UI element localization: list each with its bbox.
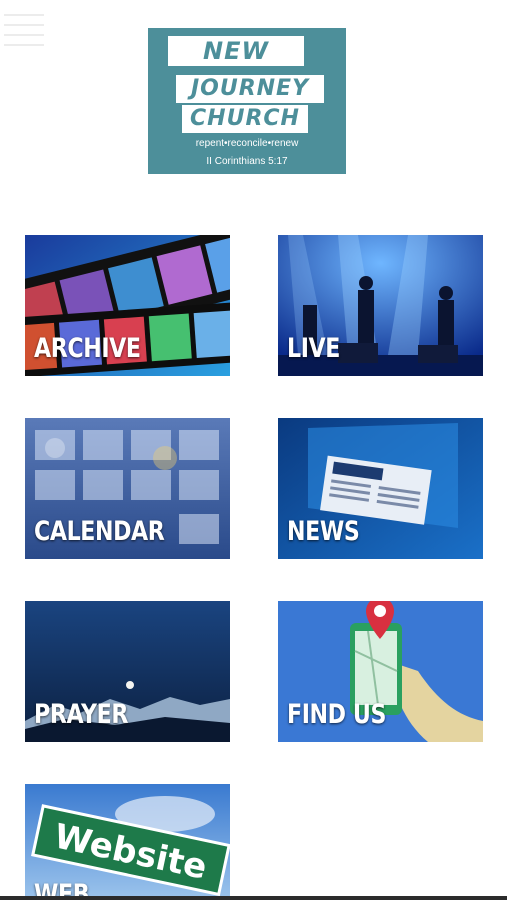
news-label: NEWS xyxy=(287,516,360,547)
find-us-tile[interactable]: FIND US xyxy=(278,601,483,742)
logo-line-new: NEW xyxy=(168,36,304,66)
logo-verse: II Corinthians 5:17 xyxy=(206,156,288,167)
live-tile[interactable]: LIVE xyxy=(278,235,483,376)
news-tile[interactable]: NEWS xyxy=(278,418,483,559)
church-logo: NEW JOURNEY CHURCH repent•reconcile•rene… xyxy=(148,28,346,174)
archive-label: ARCHIVE xyxy=(34,333,141,364)
hamburger-menu-button[interactable] xyxy=(4,12,46,52)
web-tile[interactable]: Website WEB xyxy=(25,784,230,900)
logo-line-church: CHURCH xyxy=(182,105,308,133)
logo-line-journey: JOURNEY xyxy=(176,75,324,103)
live-label: LIVE xyxy=(287,333,340,364)
prayer-tile[interactable]: PRAYER xyxy=(25,601,230,742)
prayer-label: PRAYER xyxy=(34,699,129,730)
logo-tagline: repent•reconcile•renew xyxy=(195,138,299,149)
archive-tile[interactable]: ARCHIVE xyxy=(25,235,230,376)
find-us-label: FIND US xyxy=(287,699,387,730)
bottom-edge xyxy=(0,896,507,900)
calendar-tile[interactable]: CALENDAR xyxy=(25,418,230,559)
menu-line xyxy=(4,14,44,16)
menu-line xyxy=(4,34,44,36)
calendar-label: CALENDAR xyxy=(34,516,165,547)
menu-line xyxy=(4,24,44,26)
menu-line xyxy=(4,44,44,46)
